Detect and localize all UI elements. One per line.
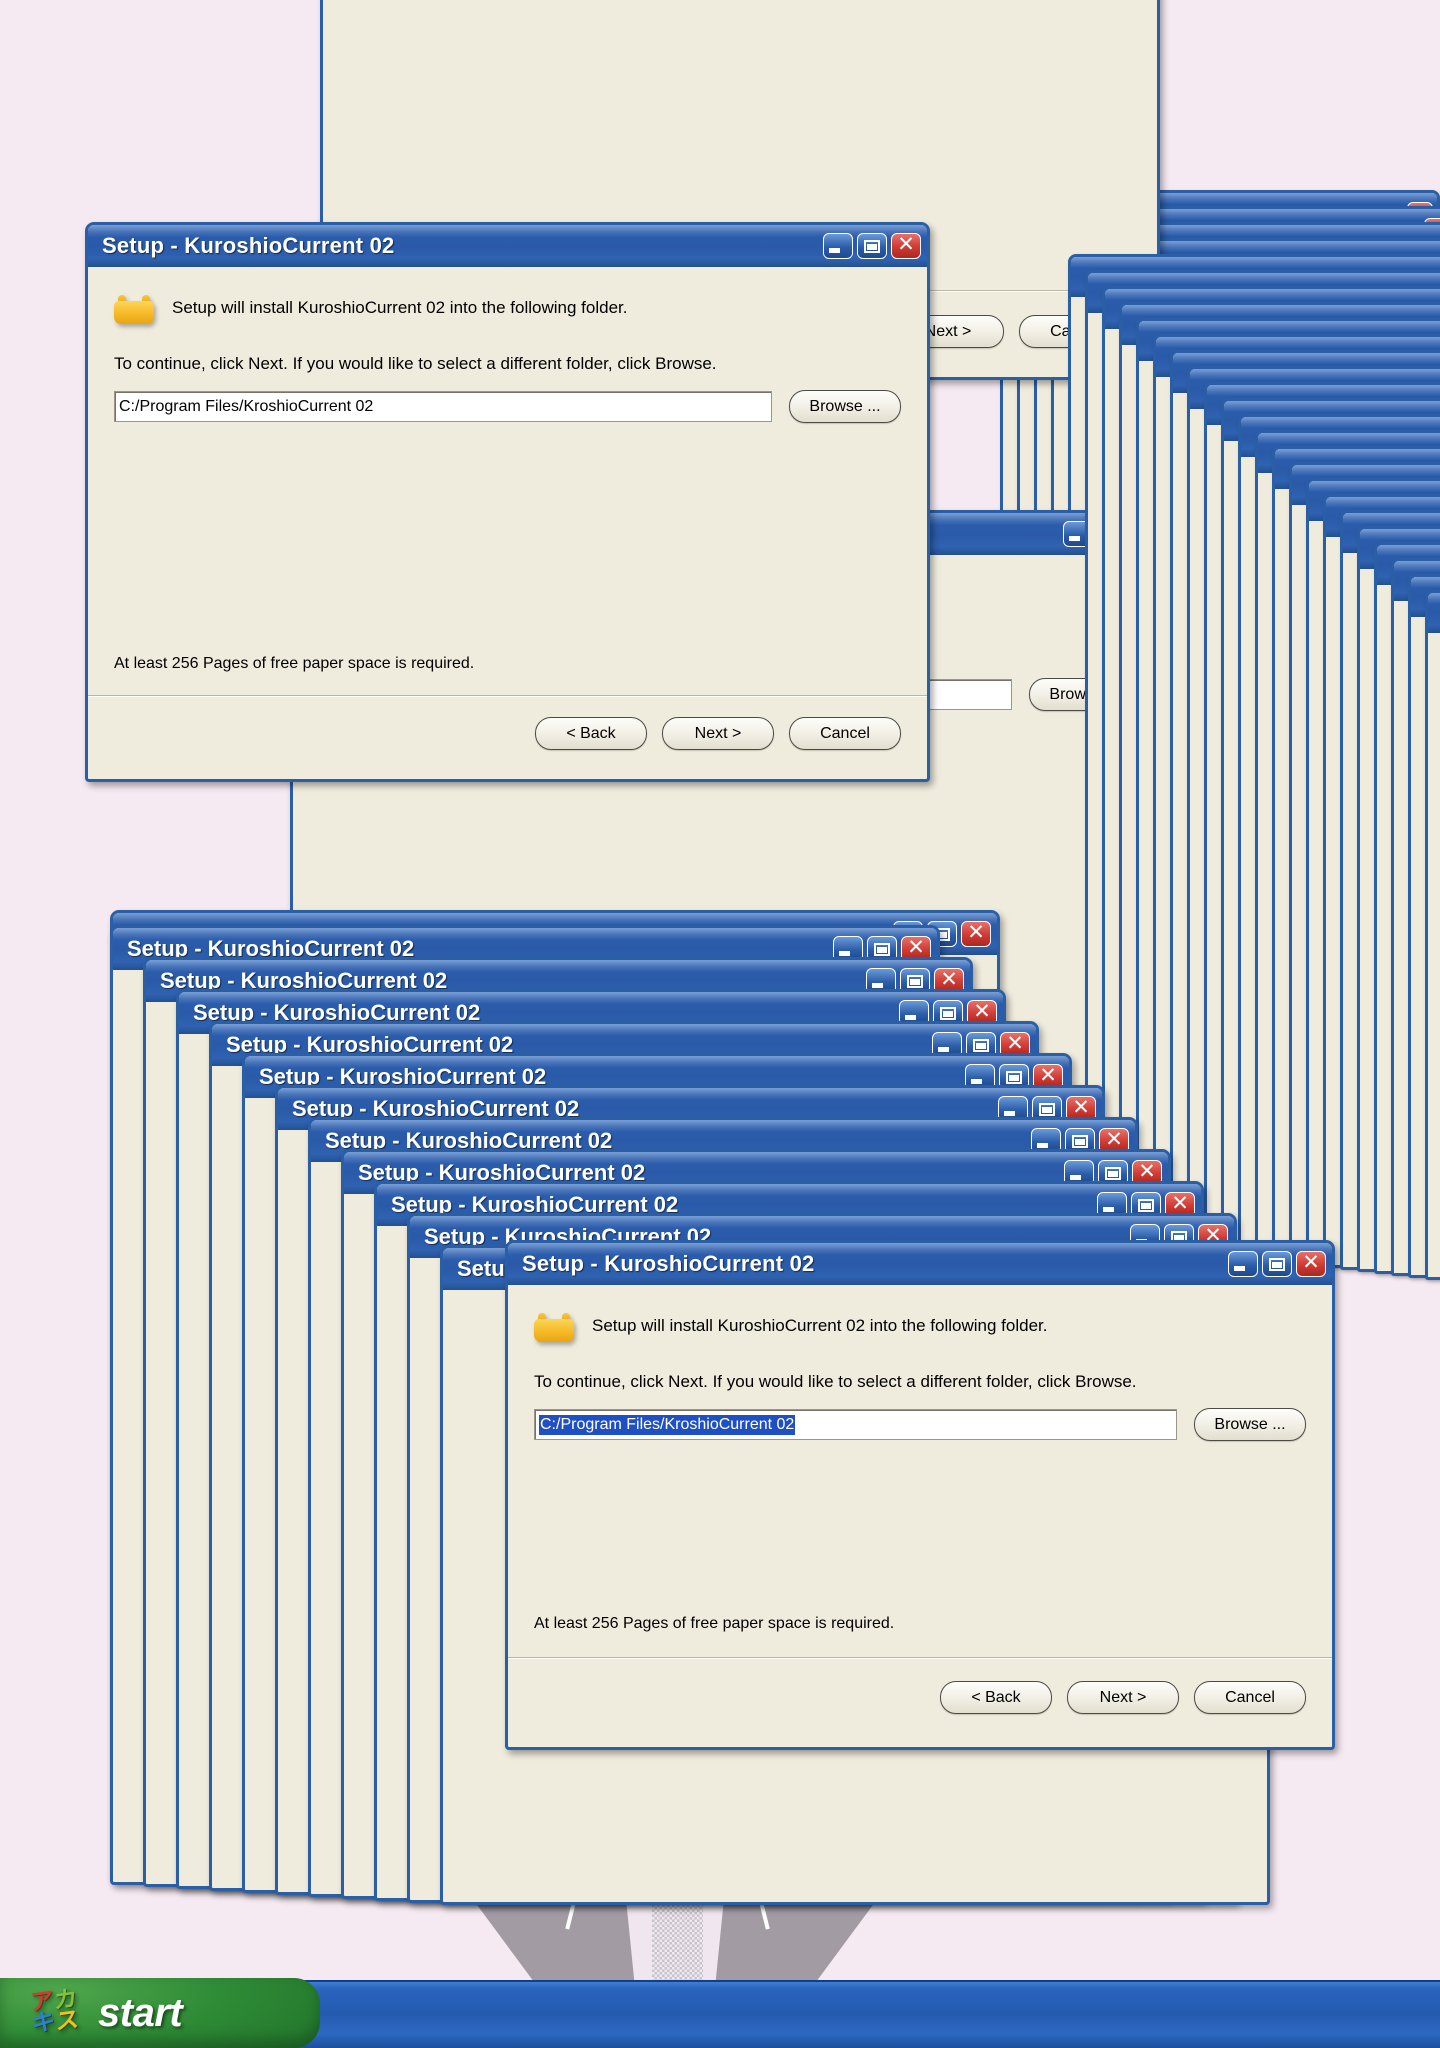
window-title: Setup - KuroshioCurrent 02 [102,233,395,258]
window-controls[interactable]: ✕ [1228,1251,1326,1277]
install-message: Setup will install KuroshioCurrent 02 in… [172,298,628,317]
install-path-input[interactable]: C:/Program Files/KroshioCurrent 02 [534,1409,1177,1440]
minimize-icon[interactable] [823,233,853,259]
maximize-icon[interactable] [1262,1251,1292,1277]
back-button[interactable]: < Back [940,1681,1052,1714]
close-icon[interactable]: ✕ [891,233,921,259]
start-button[interactable]: ア カ キ ス start [0,1978,320,2048]
logo-glyph-3: キ [32,2008,55,2038]
footer-buttons[interactable]: < Back Next > Cancel [940,1681,1306,1714]
header-row: Setup will install KuroshioCurrent 02 in… [508,1285,1332,1342]
browse-button[interactable]: Browse ... [789,390,901,423]
install-path-value: C:/Program Files/KroshioCurrent 02 [119,397,374,415]
cascade-window-sliver[interactable]: ✕ [1425,590,1440,1280]
next-button[interactable]: Next > [1067,1681,1179,1714]
maximize-icon[interactable] [857,233,887,259]
folder-icon [534,1313,574,1342]
browse-button[interactable]: Browse ... [1194,1408,1306,1441]
windows-logo-icon: ア カ キ ス [30,1985,82,2038]
title-bar[interactable]: ✕ [1428,593,1440,633]
start-label: start [98,1990,183,2035]
taskbar[interactable]: ア カ キ ス start [0,1978,1440,2048]
space-note: At least 256 Pages of free paper space i… [114,655,475,672]
title-bar[interactable]: Setup - KuroshioCurrent 02 ✕ [88,225,927,267]
install-path-input[interactable]: C:/Program Files/KroshioCurrent 02 [114,391,772,422]
instruction-text: To continue, click Next. If you would li… [534,1372,1137,1391]
path-row: C:/Program Files/KroshioCurrent 02 Brows… [508,1392,1332,1441]
footer-divider [88,695,927,697]
window-title: Setup - KuroshioCurrent 02 [522,1251,815,1276]
next-button[interactable]: Next > [662,717,774,750]
install-message: Setup will install KuroshioCurrent 02 in… [592,1316,1048,1335]
footer-buttons[interactable]: < Back Next > Cancel [535,717,901,750]
cancel-button[interactable]: Cancel [1194,1681,1306,1714]
minimize-icon[interactable] [1228,1251,1258,1277]
close-icon[interactable]: ✕ [1296,1251,1326,1277]
desktop: ✕✕✕✕✕✕✕✕✕✕✕✕✕✕✕✕✕✕✕✕✕✕✕✕✕✕ Setup - Kuros… [0,0,1440,2048]
setup-dialog-front[interactable]: Setup - KuroshioCurrent 02 ✕ Setup will … [505,1240,1335,1750]
logo-glyph-4: ス [56,2006,79,2036]
header-row: Setup will install KuroshioCurrent 02 in… [88,267,927,324]
instruction-text: To continue, click Next. If you would li… [114,354,717,373]
dialog-body: Setup will install KuroshioCurrent 02 in… [508,1285,1332,1747]
setup-dialog-upper-left[interactable]: Setup - KuroshioCurrent 02 ✕ Setup will … [85,222,930,782]
window-controls[interactable]: ✕ [823,233,921,259]
cancel-button[interactable]: Cancel [789,717,901,750]
dialog-body: Setup will install KuroshioCurrent 02 in… [88,267,927,779]
folder-icon [114,295,154,324]
path-row: C:/Program Files/KroshioCurrent 02 Brows… [88,374,927,423]
title-bar[interactable]: Setup - KuroshioCurrent 02 ✕ [508,1243,1332,1285]
footer-divider [508,1657,1332,1659]
space-note: At least 256 Pages of free paper space i… [534,1615,895,1632]
close-icon[interactable]: ✕ [961,921,991,947]
back-button[interactable]: < Back [535,717,647,750]
install-path-value: C:/Program Files/KroshioCurrent 02 [539,1414,796,1435]
